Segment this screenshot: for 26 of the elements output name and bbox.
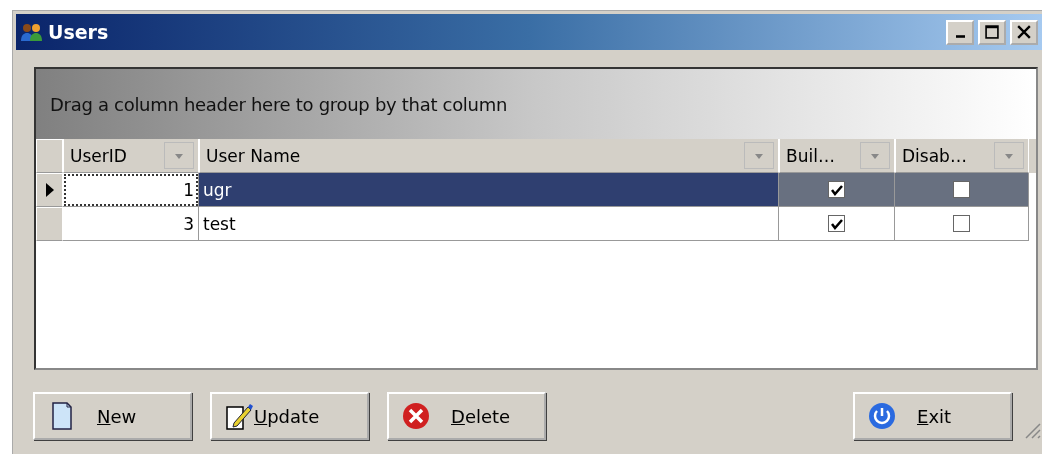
group-panel-hint: Drag a column header here to group by that column [50, 93, 508, 115]
checkbox[interactable] [953, 181, 970, 198]
minimize-button[interactable] [946, 19, 974, 45]
exit-button[interactable]: Exit [853, 392, 1012, 440]
maximize-icon [984, 25, 1000, 39]
delete-icon [401, 401, 431, 431]
update-button[interactable]: Update [210, 392, 369, 440]
minimize-icon [955, 34, 965, 38]
maximize-button[interactable] [978, 19, 1006, 45]
table-cell: 1 [63, 173, 199, 207]
users-icon [20, 22, 44, 42]
window-title: Users [48, 21, 110, 43]
close-button[interactable] [1010, 19, 1038, 45]
row-indicator[interactable] [36, 173, 63, 207]
row-pointer-icon [45, 183, 54, 197]
table-cell: test [199, 207, 779, 241]
table-cell: 3 [63, 207, 199, 241]
checkbox[interactable] [828, 181, 845, 198]
delete-button[interactable]: Delete [387, 392, 546, 440]
checkbox[interactable] [953, 215, 970, 232]
edit-document-icon [224, 401, 254, 431]
power-icon [867, 401, 897, 431]
table-cell: ugr [199, 173, 779, 207]
new-button[interactable]: New [33, 392, 192, 440]
checkbox[interactable] [828, 215, 845, 232]
close-icon [1016, 25, 1032, 39]
